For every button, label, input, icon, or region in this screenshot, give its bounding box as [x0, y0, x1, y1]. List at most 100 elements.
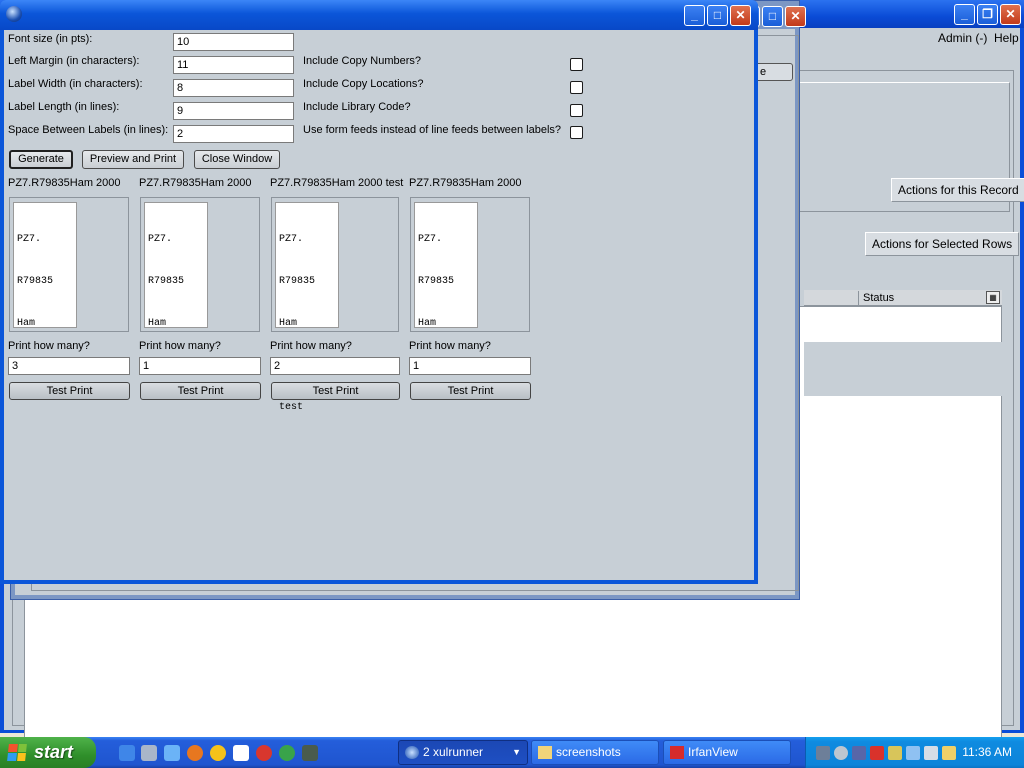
include-copy-numbers-checkbox[interactable]	[570, 58, 583, 71]
label-preview-card: PZ7. R79835 Ham 2000	[140, 197, 260, 371]
bg-restore-button[interactable]: ❐	[977, 4, 998, 25]
test-print-button[interactable]: Test Print	[271, 382, 400, 400]
close-window-button[interactable]: Close Window	[194, 150, 280, 169]
dialog-body: Font size (in pts): Left Margin (in char…	[4, 30, 754, 580]
print-count-input[interactable]	[139, 357, 261, 375]
label-preview-text: PZ7. R79835 Ham 2000	[414, 202, 478, 371]
folder-icon	[538, 746, 552, 759]
app-icon[interactable]	[302, 745, 318, 761]
task-label: screenshots	[556, 745, 621, 759]
media-icon[interactable]	[164, 745, 180, 761]
include-copy-locations-label: Include Copy Locations?	[303, 78, 424, 90]
chevron-down-icon: ▼	[512, 747, 521, 757]
system-tray: 11:36 AM	[805, 737, 1024, 768]
left-margin-input[interactable]	[173, 56, 294, 74]
label-title: PZ7.R79835Ham 2000	[409, 177, 522, 189]
irfanview-icon	[670, 746, 684, 759]
spine-label-dialog: _ □ ✕ Font size (in pts): Left Margin (i…	[0, 0, 758, 584]
label-line: R79835	[418, 276, 455, 287]
test-print-button[interactable]: Test Print	[9, 382, 130, 400]
mid-maximize-button[interactable]: □	[762, 6, 783, 27]
print-how-many-label: Print how many?	[270, 340, 352, 352]
dialog-close-button[interactable]: ✕	[730, 5, 751, 26]
print-count-input[interactable]	[409, 357, 531, 375]
generate-button[interactable]: Generate	[9, 150, 73, 169]
partial-button[interactable]: e	[755, 63, 793, 81]
clock[interactable]: 11:36 AM	[962, 737, 1012, 768]
label-width-input[interactable]	[173, 79, 294, 97]
test-print-button[interactable]: Test Print	[410, 382, 531, 400]
label-preview-text: PZ7. R79835 Ham 2000 test	[275, 202, 339, 413]
print-how-many-label: Print how many?	[139, 340, 221, 352]
phone-icon[interactable]	[906, 746, 920, 760]
include-copy-locations-checkbox[interactable]	[570, 81, 583, 94]
menu-help[interactable]: Help	[994, 31, 1019, 45]
label-line: Ham	[418, 318, 437, 329]
print-how-many-label: Print how many?	[409, 340, 491, 352]
dialog-maximize-button[interactable]: □	[707, 5, 728, 26]
print-how-many-label: Print how many?	[8, 340, 90, 352]
column-picker-icon[interactable]: ▦	[986, 291, 1000, 304]
form-feeds-label: Use form feeds instead of line feeds bet…	[303, 124, 562, 136]
ve-icon[interactable]	[233, 745, 249, 761]
task-xulrunner[interactable]: 2 xulrunner ▼	[398, 740, 528, 765]
xulrunner-icon	[6, 6, 22, 22]
label-length-input[interactable]	[173, 102, 294, 120]
label-preview-card: PZ7. R79835 Ham 2000	[410, 197, 530, 371]
task-screenshots[interactable]: screenshots	[531, 740, 659, 765]
label-preview-text: PZ7. R79835 Ham 2000	[13, 202, 77, 371]
label-line: Ham	[17, 318, 36, 329]
ie-icon[interactable]	[119, 745, 135, 761]
task-irfanview[interactable]: IrfanView	[663, 740, 791, 765]
label-line: PZ7.	[418, 234, 443, 245]
task-label: 2 xulrunner	[423, 745, 484, 759]
selected-row[interactable]	[804, 342, 1002, 396]
left-margin-label: Left Margin (in characters):	[8, 55, 140, 67]
preview-print-button[interactable]: Preview and Print	[82, 150, 184, 169]
xulrunner-icon	[405, 746, 419, 759]
pen-icon[interactable]	[942, 746, 956, 760]
space-between-input[interactable]	[173, 125, 294, 143]
monitor-icon[interactable]	[924, 746, 938, 760]
label-line: R79835	[17, 276, 54, 287]
explorer-icon[interactable]	[141, 745, 157, 761]
mid-close-button[interactable]: ✕	[785, 6, 806, 27]
font-size-input[interactable]	[173, 33, 294, 51]
status-column-header[interactable]: Status	[858, 291, 984, 306]
display-icon[interactable]	[852, 746, 866, 760]
menu-admin[interactable]: Admin (-)	[938, 31, 987, 45]
network-icon[interactable]	[816, 746, 830, 760]
include-library-code-checkbox[interactable]	[570, 104, 583, 117]
game-icon[interactable]	[256, 745, 272, 761]
clock-tray-icon[interactable]	[834, 746, 848, 760]
actions-record-button[interactable]: Actions for this Record	[891, 178, 1024, 202]
grid-header: Status ▦	[804, 290, 1002, 306]
ati-icon[interactable]	[870, 746, 884, 760]
print-count-input[interactable]	[8, 357, 130, 375]
label-line: R79835	[148, 276, 185, 287]
include-copy-numbers-label: Include Copy Numbers?	[303, 55, 422, 67]
start-button[interactable]: start	[0, 737, 96, 768]
start-label: start	[34, 742, 74, 762]
label-length-label: Label Length (in lines):	[8, 101, 120, 113]
globe-icon[interactable]	[279, 745, 295, 761]
taskbar: start 2 xulrunner ▼ screenshots IrfanVie…	[0, 737, 1024, 768]
test-print-button[interactable]: Test Print	[140, 382, 261, 400]
label-line: PZ7.	[148, 234, 173, 245]
windows-logo-icon	[7, 744, 27, 761]
actions-selected-rows-button[interactable]: Actions for Selected Rows	[865, 232, 1020, 256]
security-icon[interactable]	[888, 746, 902, 760]
dialog-titlebar[interactable]: _ □ ✕	[0, 0, 758, 30]
dialog-minimize-button[interactable]: _	[684, 5, 705, 26]
label-preview-text: PZ7. R79835 Ham 2000	[144, 202, 208, 371]
label-line: R79835	[279, 276, 316, 287]
bg-close-button[interactable]: ✕	[1000, 4, 1021, 25]
bg-minimize-button[interactable]: _	[954, 4, 975, 25]
include-library-code-label: Include Library Code?	[303, 101, 411, 113]
messenger-icon[interactable]	[210, 745, 226, 761]
print-count-input[interactable]	[270, 357, 400, 375]
firefox-icon[interactable]	[187, 745, 203, 761]
label-line: Ham	[279, 318, 298, 329]
label-width-label: Label Width (in characters):	[8, 78, 143, 90]
form-feeds-checkbox[interactable]	[570, 126, 583, 139]
